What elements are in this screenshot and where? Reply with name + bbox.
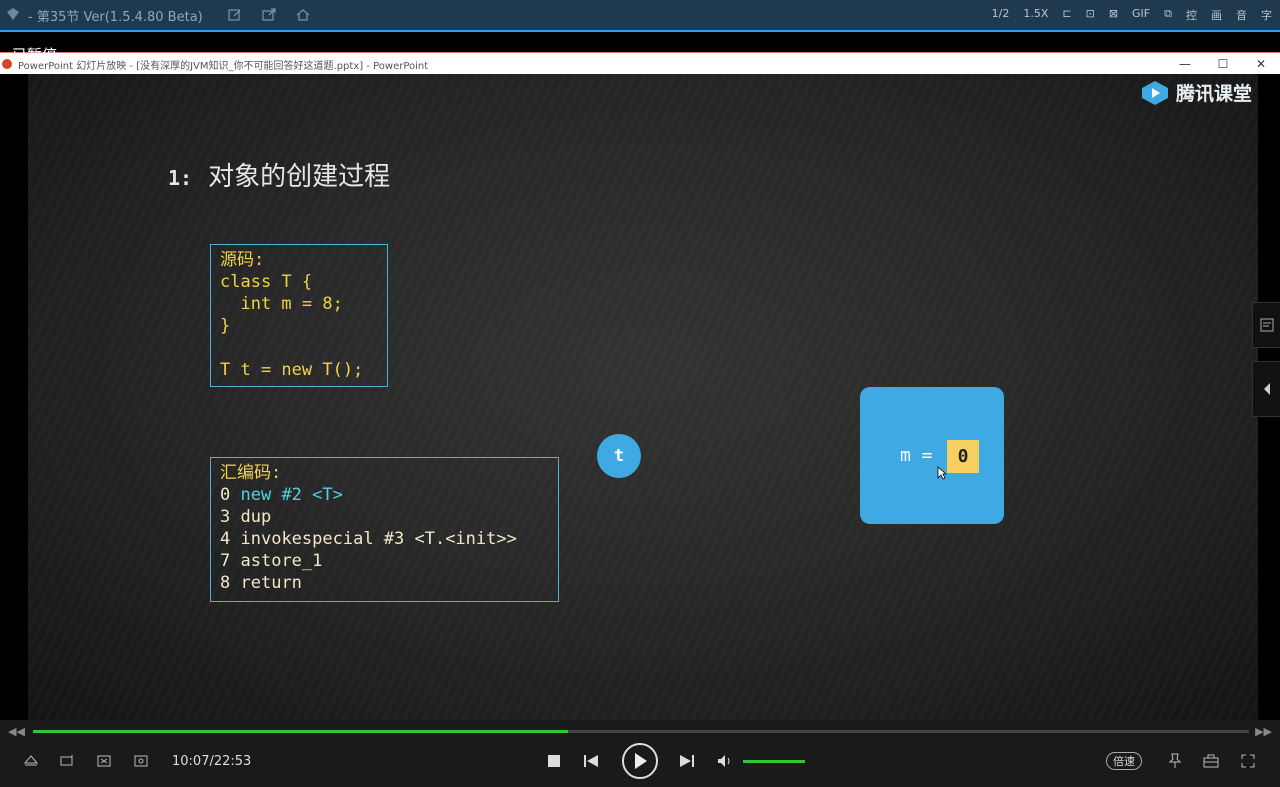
assembly-offset: 3 bbox=[220, 507, 231, 527]
assembly-line: 0 new #2 <T> bbox=[220, 484, 549, 506]
ppt-window-title: PowerPoint 幻灯片放映 - [没有深厚的JVM知识_你不可能回答好这道… bbox=[18, 61, 429, 72]
subtitle-button[interactable]: 字 bbox=[1261, 7, 1272, 23]
brand-watermark: 腾讯课堂 bbox=[1140, 79, 1252, 106]
tencent-classroom-logo-icon bbox=[1141, 80, 1168, 105]
notes-icon bbox=[1260, 318, 1273, 332]
home-icon[interactable] bbox=[293, 5, 313, 25]
source-code-box: 源码: class T { int m = 8; } T t = new T()… bbox=[210, 244, 388, 387]
stop-icon[interactable] bbox=[545, 752, 563, 770]
title-divider bbox=[0, 30, 1280, 32]
assembly-instruction: new #2 <T> bbox=[240, 485, 343, 505]
crop-icon[interactable]: ⊏ bbox=[1062, 7, 1071, 23]
audio-button[interactable]: 音 bbox=[1236, 7, 1247, 23]
source-line: class T { bbox=[220, 272, 313, 292]
rate-indicator[interactable]: 1.5X bbox=[1023, 7, 1048, 23]
gif-button[interactable]: GIF bbox=[1132, 7, 1150, 23]
assembly-line: 7 astore_1 bbox=[220, 550, 549, 572]
powerpoint-icon bbox=[2, 59, 12, 69]
slide-title-text: 对象的创建过程 bbox=[208, 162, 391, 192]
player-title-bar: - 第35节 Ver(1.5.4.80 Beta) 1/2 1.5X ⊏ ⊡ ⊠… bbox=[0, 0, 1280, 30]
play-icon bbox=[635, 753, 647, 769]
record-icon[interactable] bbox=[132, 752, 150, 770]
object-box: m = 0 bbox=[860, 387, 1004, 524]
slide-area: 腾讯课堂 1: 对象的创建过程 源码: class T { int m = 8; … bbox=[0, 74, 1280, 720]
play-button[interactable] bbox=[622, 743, 658, 779]
ppt-window-bar: PowerPoint 幻灯片放映 - [没有深厚的JVM知识_你不可能回答好这道… bbox=[0, 52, 1280, 74]
fast-forward-icon[interactable]: ▶▶ bbox=[1255, 725, 1272, 738]
field-value: 0 bbox=[947, 440, 979, 473]
pip-icon[interactable]: ⧉ bbox=[1164, 7, 1172, 23]
rewind-icon[interactable]: ◀◀ bbox=[8, 725, 25, 738]
assembly-line: 3 dup bbox=[220, 506, 549, 528]
progress-fill bbox=[33, 730, 569, 733]
assembly-instruction: invokespecial #3 <T.<init>> bbox=[240, 529, 517, 549]
slide-title: 1: 对象的创建过程 bbox=[168, 156, 390, 193]
volume-slider[interactable] bbox=[743, 760, 805, 763]
reference-t-circle: t bbox=[597, 434, 641, 478]
assembly-code-box: 汇编码: 0 new #2 <T> 3 dup 4 invokespecial … bbox=[210, 457, 559, 602]
speed-button[interactable]: 倍速 bbox=[1106, 752, 1142, 770]
assembly-header: 汇编码: bbox=[220, 463, 282, 483]
assembly-offset: 7 bbox=[220, 551, 231, 571]
slide-title-number: 1: bbox=[168, 166, 193, 190]
assembly-offset: 8 bbox=[220, 573, 231, 593]
maximize-button[interactable]: ☐ bbox=[1204, 53, 1242, 75]
chevron-left-icon bbox=[1263, 383, 1270, 395]
brand-name: 腾讯课堂 bbox=[1175, 83, 1252, 105]
source-line: int m = 8; bbox=[220, 294, 343, 314]
fit-icon[interactable]: ⊡ bbox=[1086, 7, 1095, 23]
assembly-offset: 4 bbox=[220, 529, 231, 549]
screenshot-icon[interactable] bbox=[95, 752, 113, 770]
playback-time: 10:07/22:53 bbox=[172, 754, 252, 769]
fullscreen-icon[interactable] bbox=[1239, 752, 1257, 770]
volume-icon[interactable] bbox=[716, 752, 734, 770]
progress-track[interactable] bbox=[33, 730, 1249, 733]
edit-icon[interactable] bbox=[225, 5, 245, 25]
rotate-icon[interactable]: ⊠ bbox=[1109, 7, 1118, 23]
progress-bar[interactable]: ◀◀ ▶▶ bbox=[0, 720, 1280, 742]
eject-icon[interactable] bbox=[22, 752, 40, 770]
previous-icon[interactable] bbox=[582, 752, 600, 770]
field-label: m = bbox=[900, 445, 933, 466]
player-title: - 第35节 Ver(1.5.4.80 Beta) bbox=[28, 10, 203, 25]
source-line bbox=[220, 337, 378, 359]
collapse-panel-tab[interactable] bbox=[1252, 361, 1280, 417]
assembly-instruction: astore_1 bbox=[240, 551, 323, 571]
minimize-button[interactable]: — bbox=[1166, 53, 1204, 75]
paused-overlay: 已暂停 bbox=[12, 46, 58, 64]
assembly-line: 4 invokespecial #3 <T.<init>> bbox=[220, 528, 549, 550]
assembly-instruction: dup bbox=[240, 507, 272, 527]
picture-button[interactable]: 画 bbox=[1211, 7, 1222, 23]
assembly-instruction: return bbox=[240, 573, 302, 593]
app-logo-icon bbox=[7, 8, 19, 20]
notes-tab[interactable] bbox=[1252, 302, 1280, 348]
next-icon[interactable] bbox=[678, 752, 696, 770]
page-indicator[interactable]: 1/2 bbox=[992, 7, 1010, 23]
toolbox-icon[interactable] bbox=[1202, 752, 1220, 770]
assembly-offset: 0 bbox=[220, 485, 231, 505]
control-button[interactable]: 控 bbox=[1186, 7, 1197, 23]
source-line: } bbox=[220, 316, 231, 336]
mouse-cursor-icon bbox=[937, 466, 947, 480]
assembly-line: 8 return bbox=[220, 572, 549, 594]
source-line: T t = new T(); bbox=[220, 360, 364, 380]
player-controls: ◀◀ ▶▶ 10:07/22:53 倍速 bbox=[0, 720, 1280, 787]
share-icon[interactable] bbox=[259, 5, 279, 25]
source-line: 源码: bbox=[220, 250, 265, 270]
pin-icon[interactable] bbox=[1166, 752, 1184, 770]
close-button[interactable]: ✕ bbox=[1242, 53, 1280, 75]
loop-icon[interactable] bbox=[58, 752, 76, 770]
